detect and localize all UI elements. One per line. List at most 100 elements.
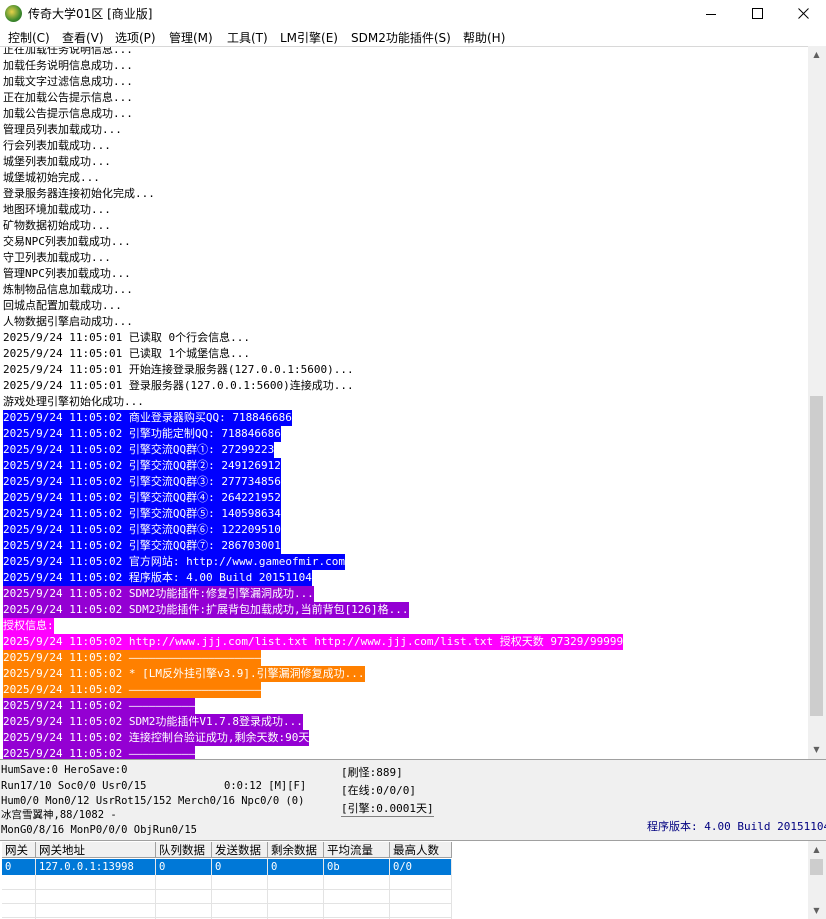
gateway-scroll-down-icon[interactable]: ▼ bbox=[808, 902, 825, 919]
log-line: 2025/9/24 11:05:02 程序版本: 4.00 Build 2015… bbox=[3, 570, 312, 586]
log-line: 2025/9/24 11:05:01 已读取 0个行会信息... bbox=[3, 331, 250, 344]
log-line: 2025/9/24 11:05:02 http://www.jjj.com/li… bbox=[3, 634, 624, 650]
grid-line bbox=[323, 875, 324, 919]
status-panel: HumSave:0 HeroSave:0 Run17/10 Soc0/0 Usr… bbox=[0, 759, 826, 840]
log-line: 游戏处理引擎初始化成功... bbox=[3, 395, 144, 408]
maximize-button[interactable] bbox=[734, 0, 780, 27]
status-timer: 0:0:12 [M][F] bbox=[224, 780, 307, 792]
log-line: 守卫列表加载成功... bbox=[3, 251, 111, 264]
log-line: 城堡城初始完成... bbox=[3, 171, 100, 184]
log-output[interactable]: 正在加载任务说明信息... 加载任务说明信息成功... 加载文字过滤信息成功... 正… bbox=[0, 46, 808, 759]
log-line: 2025/9/24 11:05:02 引擎交流QQ群②: 249126912 bbox=[3, 458, 281, 474]
menu-lm-engine[interactable]: LM引擎(E) bbox=[280, 29, 338, 46]
menu-view[interactable]: 查看(V) bbox=[62, 29, 104, 46]
grid-line bbox=[2, 903, 452, 904]
column-header[interactable]: 发送数据 bbox=[212, 842, 268, 858]
grid-line bbox=[155, 875, 156, 919]
log-line: 2025/9/24 11:05:01 已读取 1个城堡信息... bbox=[3, 347, 250, 360]
log-scrollbar[interactable]: ▲ ▼ bbox=[808, 46, 826, 758]
log-line: 2025/9/24 11:05:01 开始连接登录服务器(127.0.0.1:5… bbox=[3, 363, 354, 376]
column-header[interactable]: 网关 bbox=[2, 842, 36, 858]
log-line: 2025/9/24 11:05:02 —————————— bbox=[3, 698, 196, 714]
grid-line bbox=[389, 875, 390, 919]
log-line: 2025/9/24 11:05:02 引擎交流QQ群⑥: 122209510 bbox=[3, 522, 281, 538]
log-line: 城堡列表加载成功... bbox=[3, 155, 111, 168]
log-line: 2025/9/24 11:05:02 商业登录器购买QQ: 718846686 bbox=[3, 410, 292, 426]
log-line: 2025/9/24 11:05:02 引擎功能定制QQ: 718846686 bbox=[3, 426, 281, 442]
table-cell[interactable]: 127.0.0.1:13998 bbox=[36, 859, 156, 875]
column-header[interactable]: 队列数据 bbox=[156, 842, 212, 858]
status-hum: Hum0/0 Mon0/12 UsrRot15/152 Merch0/16 Np… bbox=[1, 795, 305, 807]
log-line: 2025/9/24 11:05:02 ———————————————————— bbox=[3, 650, 262, 666]
grid-line bbox=[211, 875, 212, 919]
log-line: 2025/9/24 11:05:02 SDM2功能插件:修复引擎漏洞成功... bbox=[3, 586, 314, 602]
log-line: 2025/9/24 11:05:02 引擎交流QQ群⑤: 140598634 bbox=[3, 506, 281, 522]
gateway-scroll-thumb[interactable] bbox=[810, 859, 823, 875]
log-line: 回城点配置加载成功... bbox=[3, 299, 122, 312]
status-engine: [引擎:0.0001天] bbox=[341, 802, 434, 817]
scroll-down-icon[interactable]: ▼ bbox=[808, 741, 825, 758]
log-line: 2025/9/24 11:05:02 引擎交流QQ群①: 27299223 bbox=[3, 442, 275, 458]
table-cell[interactable]: 0 bbox=[268, 859, 324, 875]
grid-line bbox=[35, 875, 36, 919]
table-cell[interactable]: 0/0 bbox=[390, 859, 452, 875]
maximize-icon bbox=[751, 8, 763, 19]
log-line: 行会列表加载成功... bbox=[3, 139, 111, 152]
log-line: 管理NPC列表加载成功... bbox=[3, 267, 131, 280]
gateway-scroll-up-icon[interactable]: ▲ bbox=[808, 841, 825, 858]
menu-tools[interactable]: 工具(T) bbox=[227, 29, 268, 46]
log-line: 炼制物品信息加载成功... bbox=[3, 283, 133, 296]
menu-sdm2-plugin[interactable]: SDM2功能插件(S) bbox=[351, 29, 451, 46]
status-map: 冰宫雪翼神,88/1082 - bbox=[1, 809, 117, 821]
menu-help[interactable]: 帮助(H) bbox=[463, 29, 505, 46]
log-line: 2025/9/24 11:05:02 SDM2功能插件:扩展背包加载成功,当前背… bbox=[3, 602, 409, 618]
window-title: 传奇大学01区 [商业版] bbox=[28, 7, 153, 21]
scroll-up-icon[interactable]: ▲ bbox=[808, 46, 825, 63]
close-button[interactable] bbox=[780, 0, 826, 27]
gateway-table: 网关 网关地址 队列数据 发送数据 剩余数据 平均流量 最高人数 0 127.0.0.1:13… bbox=[0, 840, 826, 919]
menu-control[interactable]: 控制(C) bbox=[8, 29, 50, 46]
grid-line bbox=[451, 875, 452, 919]
grid-line bbox=[267, 875, 268, 919]
log-line: 2025/9/24 11:05:02 连接控制台验证成功,剩余天数:90天 bbox=[3, 730, 310, 746]
log-line: 2025/9/24 11:05:02 官方网站: http://www.game… bbox=[3, 554, 346, 570]
log-line: 加载文字过滤信息成功... bbox=[3, 75, 133, 88]
column-header[interactable]: 最高人数 bbox=[390, 842, 452, 858]
title-bar[interactable]: 传奇大学01区 [商业版] bbox=[0, 0, 826, 27]
log-scroll-thumb[interactable] bbox=[810, 396, 823, 716]
program-version: 程序版本: 4.00 Build 20151104 bbox=[647, 820, 826, 833]
column-header[interactable]: 网关地址 bbox=[36, 842, 156, 858]
minimize-button[interactable] bbox=[688, 0, 734, 27]
gateway-scrollbar[interactable]: ▲ ▼ bbox=[808, 841, 826, 919]
log-line: 2025/9/24 11:05:02 ———————————————————— bbox=[3, 682, 262, 698]
grid-line bbox=[2, 889, 452, 890]
log-line: 2025/9/24 11:05:02 引擎交流QQ群④: 264221952 bbox=[3, 490, 281, 506]
status-mon: MonG0/8/16 MonP0/0/0 ObjRun0/15 bbox=[1, 824, 197, 836]
log-line: 登录服务器连接初始化完成... bbox=[3, 187, 155, 200]
table-cell[interactable]: 0 bbox=[212, 859, 268, 875]
log-line: 交易NPC列表加载成功... bbox=[3, 235, 131, 248]
column-header[interactable]: 剩余数据 bbox=[268, 842, 324, 858]
menu-bar: 控制(C) 查看(V) 选项(P) 管理(M) 工具(T) LM引擎(E) SD… bbox=[0, 27, 826, 46]
log-line: 人物数据引擎启动成功... bbox=[3, 315, 133, 328]
log-line: 矿物数据初始成功... bbox=[3, 219, 111, 232]
status-run: Run17/10 Soc0/0 Usr0/15 bbox=[1, 780, 147, 792]
log-line: 加载公告提示信息成功... bbox=[3, 107, 133, 120]
table-cell[interactable]: 0 bbox=[2, 859, 36, 875]
log-line: 管理员列表加载成功... bbox=[3, 123, 122, 136]
table-cell[interactable]: 0 bbox=[156, 859, 212, 875]
log-line: 2025/9/24 11:05:02 * [LM反外挂引擎v3.9].引擎漏洞修… bbox=[3, 666, 365, 682]
log-line: 加载任务说明信息成功... bbox=[3, 59, 133, 72]
log-line: 授权信息: bbox=[3, 618, 54, 634]
log-line: 2025/9/24 11:05:02 SDM2功能插件V1.7.8登录成功... bbox=[3, 714, 303, 730]
menu-manage[interactable]: 管理(M) bbox=[169, 29, 213, 46]
log-line: 正在加载公告提示信息... bbox=[3, 91, 133, 104]
dragon-app-icon[interactable] bbox=[5, 5, 22, 22]
minimize-icon bbox=[706, 13, 716, 15]
status-spawn: [刷怪:889] bbox=[341, 766, 403, 779]
log-line: 地图环境加载成功... bbox=[3, 203, 111, 216]
table-cell[interactable]: 0b bbox=[324, 859, 390, 875]
close-icon bbox=[797, 8, 809, 19]
column-header[interactable]: 平均流量 bbox=[324, 842, 390, 858]
menu-options[interactable]: 选项(P) bbox=[115, 29, 156, 46]
